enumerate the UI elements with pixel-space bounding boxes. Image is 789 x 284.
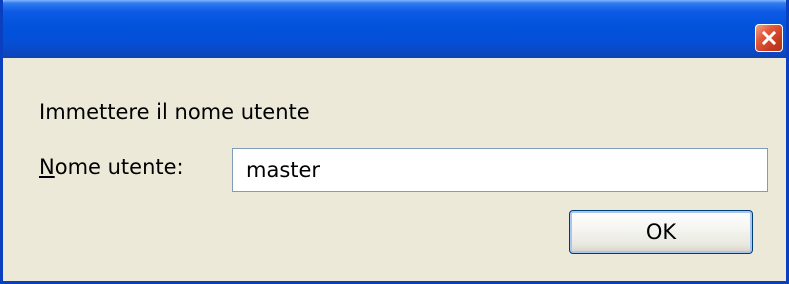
username-input[interactable]	[232, 148, 768, 192]
username-label-mnemonic: N	[39, 155, 55, 179]
dialog-body: Immettere il nome utente Nome utente: OK	[3, 58, 786, 281]
title-bar[interactable]	[3, 0, 786, 58]
username-label-text: ome utente:	[54, 155, 184, 179]
title-bar-highlight	[3, 0, 786, 3]
username-label: Nome utente:	[39, 155, 184, 179]
prompt-text: Immettere il nome utente	[39, 100, 310, 124]
close-button[interactable]	[755, 24, 783, 52]
login-dialog-window: Immettere il nome utente Nome utente: OK	[0, 0, 789, 284]
close-icon	[761, 30, 777, 46]
ok-button[interactable]: OK	[569, 210, 753, 254]
